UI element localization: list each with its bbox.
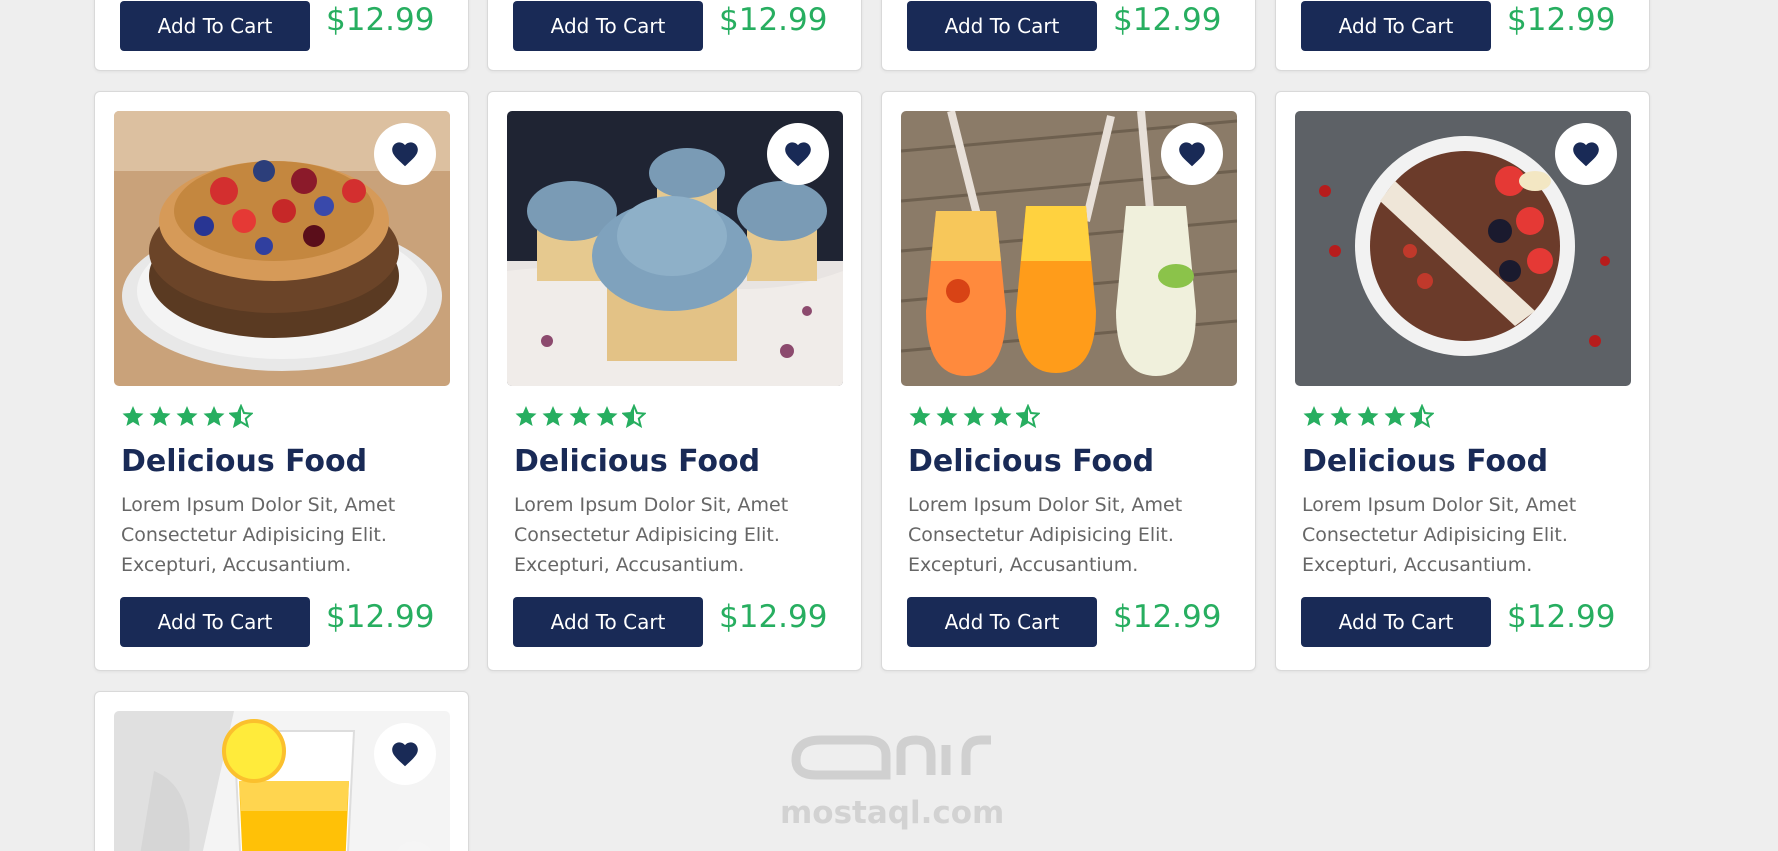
product-card-top-3: Add To Cart $12.99 — [881, 0, 1256, 71]
watermark-logo — [791, 735, 991, 780]
add-to-cart-button[interactable]: Add To Cart — [907, 597, 1097, 647]
favorite-button[interactable] — [1161, 123, 1223, 185]
product-card: Delicious Food Lorem Ipsum Dolor Sit, Am… — [881, 91, 1256, 671]
watermark-text: mostaql.com — [780, 795, 1005, 831]
star-icon — [175, 404, 199, 428]
star-icon — [541, 404, 565, 428]
star-icon — [935, 404, 959, 428]
star-icon — [908, 404, 932, 428]
favorite-button[interactable] — [374, 723, 436, 785]
star-icon — [1383, 404, 1407, 428]
favorite-button[interactable] — [374, 123, 436, 185]
add-to-cart-button[interactable]: Add To Cart — [513, 1, 703, 51]
star-icon — [1302, 404, 1326, 428]
heart-icon — [785, 142, 811, 167]
product-card-top-2: Add To Cart $12.99 — [487, 0, 862, 71]
rating-stars — [514, 404, 646, 428]
star-icon — [568, 404, 592, 428]
star-icon — [514, 404, 538, 428]
star-half-icon — [1410, 404, 1434, 428]
product-description: Lorem Ipsum Dolor Sit, Amet Consectetur … — [121, 494, 396, 576]
star-icon — [989, 404, 1013, 428]
heart-icon — [1179, 142, 1205, 167]
product-title: Delicious Food — [514, 444, 761, 479]
product-description: Lorem Ipsum Dolor Sit, Amet Consectetur … — [514, 494, 789, 576]
star-icon — [962, 404, 986, 428]
star-icon — [202, 404, 226, 428]
heart-icon — [392, 142, 418, 167]
product-title: Delicious Food — [1302, 444, 1549, 479]
product-grid-page: Add To Cart $12.99 Add To Cart $12.99 Ad… — [0, 0, 1778, 851]
star-half-icon — [1016, 404, 1040, 428]
product-price: $12.99 — [1507, 2, 1616, 38]
heart-icon — [1573, 142, 1599, 167]
product-price: $12.99 — [326, 2, 435, 38]
star-half-icon — [622, 404, 646, 428]
star-icon — [121, 404, 145, 428]
product-card: Delicious Food Lorem Ipsum Dolor Sit, Am… — [94, 91, 469, 671]
product-description: Lorem Ipsum Dolor Sit, Amet Consectetur … — [908, 494, 1183, 576]
add-to-cart-button[interactable]: Add To Cart — [1301, 1, 1491, 51]
product-price: $12.99 — [719, 2, 828, 38]
product-card: Delicious Food Lorem Ipsum Dolor Sit, Am… — [487, 91, 862, 671]
rating-stars — [908, 404, 1040, 428]
star-icon — [595, 404, 619, 428]
product-price: $12.99 — [1113, 2, 1222, 38]
product-card: Delicious Food Lorem Ipsum Dolor Sit, Am… — [1275, 91, 1650, 671]
product-price: $12.99 — [719, 599, 828, 635]
rating-stars — [121, 404, 253, 428]
star-icon — [148, 404, 172, 428]
star-half-icon — [229, 404, 253, 428]
add-to-cart-button[interactable]: Add To Cart — [120, 597, 310, 647]
star-icon — [1356, 404, 1380, 428]
add-to-cart-button[interactable]: Add To Cart — [907, 1, 1097, 51]
product-price: $12.99 — [1507, 599, 1616, 635]
product-price: $12.99 — [326, 599, 435, 635]
heart-icon — [392, 742, 418, 767]
product-card-top-1: Add To Cart $12.99 — [94, 0, 469, 71]
favorite-button[interactable] — [767, 123, 829, 185]
add-to-cart-button[interactable]: Add To Cart — [120, 1, 310, 51]
product-price: $12.99 — [1113, 599, 1222, 635]
product-card — [94, 691, 469, 851]
product-title: Delicious Food — [908, 444, 1155, 479]
product-card-top-4: Add To Cart $12.99 — [1275, 0, 1650, 71]
product-description: Lorem Ipsum Dolor Sit, Amet Consectetur … — [1302, 494, 1577, 576]
product-title: Delicious Food — [121, 444, 368, 479]
favorite-button[interactable] — [1555, 123, 1617, 185]
star-icon — [1329, 404, 1353, 428]
rating-stars — [1302, 404, 1434, 428]
add-to-cart-button[interactable]: Add To Cart — [513, 597, 703, 647]
add-to-cart-button[interactable]: Add To Cart — [1301, 597, 1491, 647]
